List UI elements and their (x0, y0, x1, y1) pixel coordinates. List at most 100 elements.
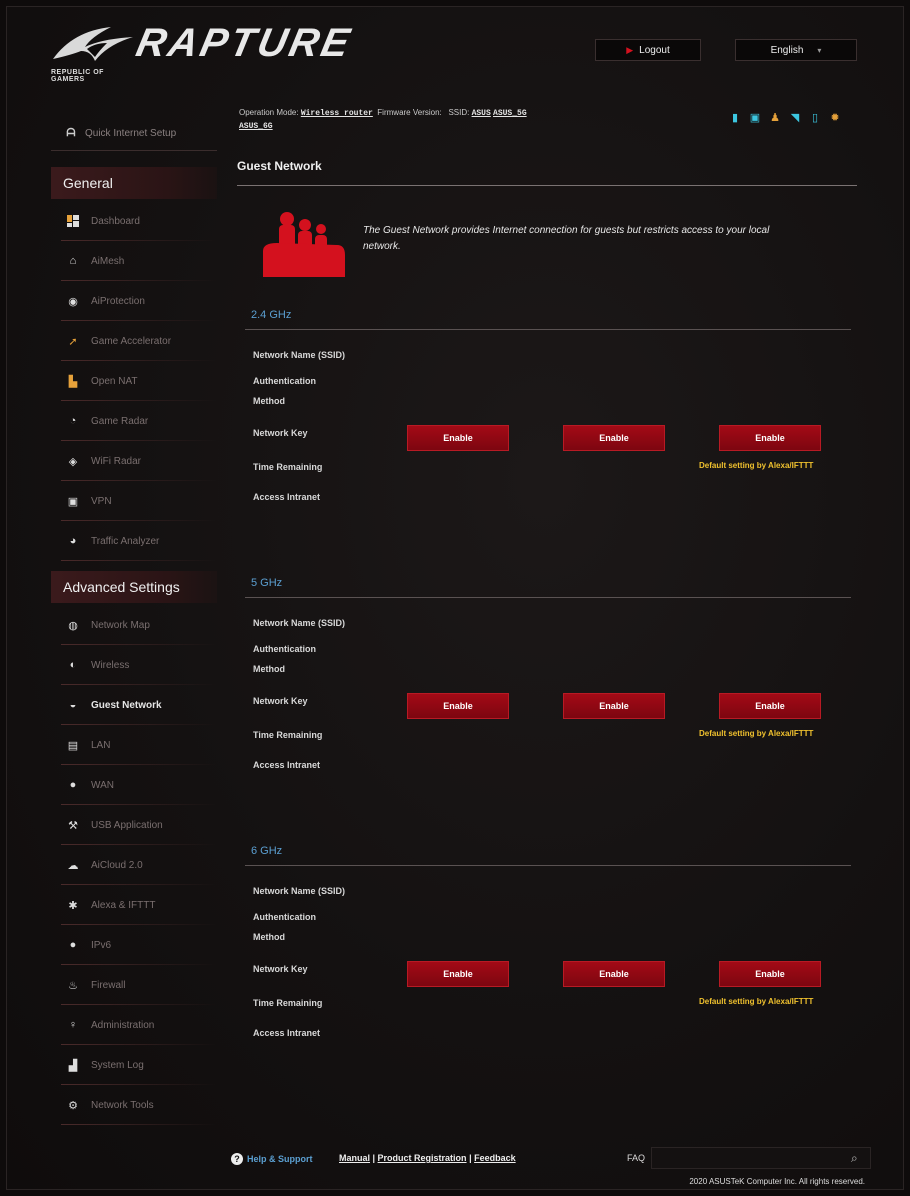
sidebar-item-usb-application[interactable]: ⚒ USB Application (51, 811, 217, 845)
system-log-icon: ▟ (68, 1059, 78, 1072)
sidebar-item-aicloud[interactable]: ☁ AiCloud 2.0 (51, 851, 217, 885)
wifi-status-icon[interactable]: ▣ (749, 111, 761, 124)
sidebar-item-label: USB Application (91, 819, 163, 831)
manual-link[interactable]: Manual (339, 1153, 370, 1163)
enable-button[interactable]: Enable (563, 961, 665, 987)
enable-button[interactable]: Enable (563, 693, 665, 719)
sidebar-item-label: Open NAT (91, 375, 138, 387)
usb-status-icon[interactable]: ◥ (789, 111, 801, 124)
op-mode-label: Operation Mode: (239, 108, 299, 117)
feedback-link[interactable]: Feedback (474, 1153, 516, 1163)
enable-button[interactable]: Enable (719, 425, 821, 451)
field-authentication-method: Authentication Method (253, 912, 316, 942)
usb-icon: ⚒ (68, 819, 78, 832)
sidebar-item-label: Traffic Analyzer (91, 535, 160, 547)
enable-button[interactable]: Enable (563, 425, 665, 451)
internet-status-icon[interactable]: ▮ (729, 111, 741, 124)
band-title: 2.4 GHz (251, 309, 292, 321)
sidebar-item-vpn[interactable]: ▣ VPN (51, 487, 217, 521)
brand-line: REPUBLIC OF GAMERS (51, 69, 104, 83)
enable-button[interactable]: Enable (407, 961, 509, 987)
field-time-remaining: Time Remaining (253, 462, 323, 472)
sidebar-item-alexa-ifttt[interactable]: ✱ Alexa & IFTTT (51, 891, 217, 925)
quick-internet-setup[interactable]: ᗩ Quick Internet Setup (51, 117, 217, 151)
sidebar-item-network-map[interactable]: ◍ Network Map (51, 611, 217, 645)
dashboard-icon (67, 215, 79, 227)
ssid-link[interactable]: ASUS (472, 109, 491, 118)
logout-label: Logout (639, 44, 670, 56)
sidebar-item-firewall[interactable]: ♨ Firewall (51, 971, 217, 1005)
sidebar-item-label: Wireless (91, 659, 130, 671)
enable-button[interactable]: Enable (407, 693, 509, 719)
sidebar-item-game-radar[interactable]: ◔ Game Radar (51, 407, 217, 441)
client-status-icon[interactable]: ♟ (769, 111, 781, 124)
network-map-icon: ◍ (68, 619, 78, 632)
default-setting-note: Default setting by Alexa/IFTTT (699, 997, 814, 1006)
sidebar-item-lan[interactable]: ▤ LAN (51, 731, 217, 765)
sidebar-item-label: Game Radar (91, 415, 149, 427)
band-divider (245, 597, 851, 598)
sidebar-item-open-nat[interactable]: ▙ Open NAT (51, 367, 217, 401)
op-mode-link[interactable]: Wireless router (301, 109, 373, 118)
product-registration-link[interactable]: Product Registration (378, 1153, 467, 1163)
rocket-icon: ➚ (68, 335, 78, 348)
footer-links: Manual | Product Registration | Feedback (339, 1153, 516, 1163)
enable-button[interactable]: Enable (719, 961, 821, 987)
sidebar-item-label: WAN (91, 779, 114, 791)
field-time-remaining: Time Remaining (253, 730, 323, 740)
sidebar-item-label: Game Accelerator (91, 335, 172, 347)
play-arrow-icon: ▶ (626, 44, 634, 55)
help-support[interactable]: ? Help & Support (231, 1153, 313, 1165)
sidebar-item-system-log[interactable]: ▟ System Log (51, 1051, 217, 1085)
sidebar-item-dashboard[interactable]: Dashboard (51, 207, 217, 241)
firmware-label: Firmware Version: (377, 108, 442, 117)
sidebar-item-label: AiCloud 2.0 (91, 859, 143, 871)
sidebar-item-label: Guest Network (91, 699, 162, 711)
footer: ? Help & Support Manual | Product Regist… (231, 1145, 871, 1189)
default-setting-note: Default setting by Alexa/IFTTT (699, 729, 814, 738)
radar-icon: ◔ (69, 415, 77, 427)
sidebar-item-traffic-analyzer[interactable]: ◕ Traffic Analyzer (51, 527, 217, 561)
sidebar-item-guest-network[interactable]: ◒ Guest Network (51, 691, 217, 725)
network-tools-icon: ⚙ (68, 1099, 78, 1112)
page-title: Guest Network (237, 159, 322, 173)
guest-network-description: The Guest Network provides Internet conn… (363, 225, 770, 252)
sidebar-item-label: AiProtection (91, 295, 145, 307)
wireless-icon: ◐ (69, 659, 77, 671)
settings-status-icon[interactable]: ✹ (829, 111, 841, 124)
ssid-link[interactable]: ASUS_6G (239, 122, 273, 131)
cloud-icon: ☁ (67, 859, 79, 872)
alexa-icon: ✱ (68, 899, 78, 912)
field-network-key: Network Key (253, 696, 308, 706)
status-bar: Operation Mode: Wireless router Firmware… (239, 107, 679, 133)
guest-people-icon (263, 212, 345, 277)
firewall-icon: ♨ (68, 979, 78, 992)
administration-icon: ♀ (68, 1019, 78, 1031)
sidebar-item-wireless[interactable]: ◐ Wireless (51, 651, 217, 685)
sidebar-item-wan[interactable]: ● WAN (51, 771, 217, 805)
sidebar-item-wifi-radar[interactable]: ◈ WiFi Radar (51, 447, 217, 481)
help-support-label: Help & Support (247, 1154, 313, 1164)
wan-icon: ● (69, 779, 77, 791)
field-network-name: Network Name (SSID) (253, 350, 346, 360)
enable-button[interactable]: Enable (407, 425, 509, 451)
sidebar-item-aiprotection[interactable]: ◉ AiProtection (51, 287, 217, 321)
sidebar-item-network-tools[interactable]: ⚙ Network Tools (51, 1091, 217, 1125)
notification-icon[interactable]: ▯ (809, 111, 821, 124)
sidebar-item-ipv6[interactable]: ● IPv6 (51, 931, 217, 965)
language-select[interactable]: English ▾ (735, 39, 857, 61)
sidebar-item-administration[interactable]: ♀ Administration (51, 1011, 217, 1045)
faq-search-input[interactable] (651, 1147, 871, 1169)
ssid-link[interactable]: ASUS_5G (493, 109, 527, 118)
wifi-radar-icon: ◈ (68, 455, 78, 468)
search-icon[interactable]: ⌕ (851, 1151, 865, 1165)
open-nat-icon: ▙ (68, 375, 78, 388)
default-setting-note: Default setting by Alexa/IFTTT (699, 461, 814, 470)
band-title: 6 GHz (251, 845, 283, 857)
sidebar-item-aimesh[interactable]: ⌂ AiMesh (51, 247, 217, 281)
logout-button[interactable]: ▶ Logout (595, 39, 701, 61)
sidebar-item-label: LAN (91, 739, 111, 751)
field-access-intranet: Access Intranet (253, 760, 321, 770)
sidebar-item-game-accelerator[interactable]: ➚ Game Accelerator (51, 327, 217, 361)
enable-button[interactable]: Enable (719, 693, 821, 719)
